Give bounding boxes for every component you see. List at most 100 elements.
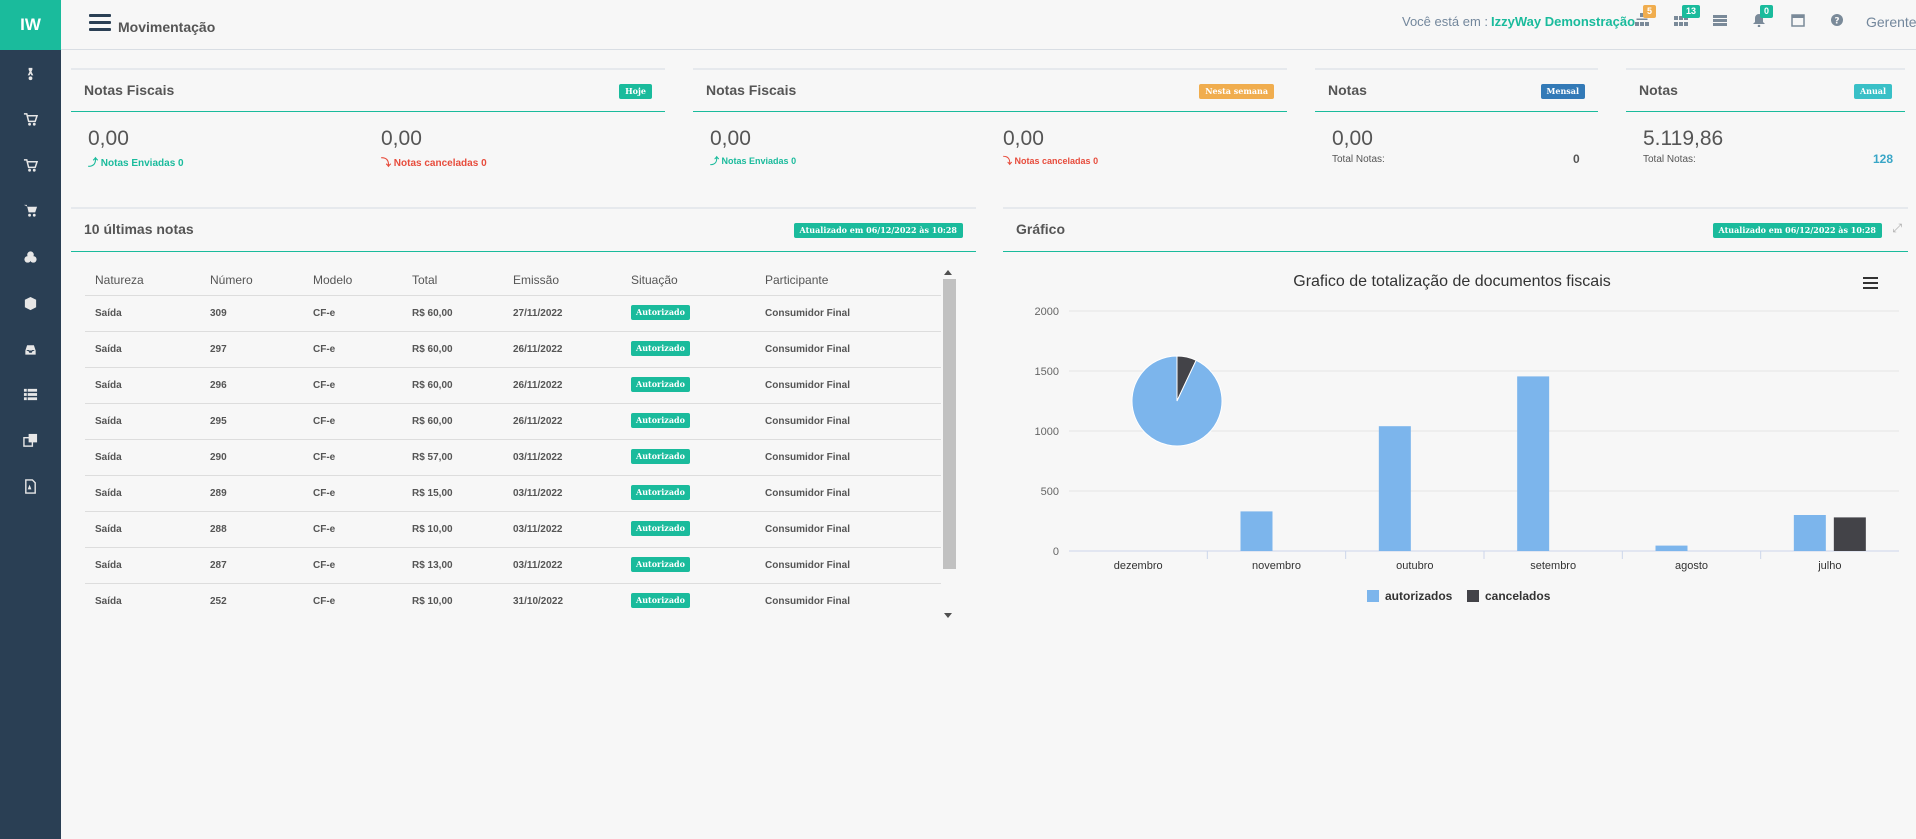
status-badge: Autorizado bbox=[631, 341, 690, 356]
table-cell: R$ 60,00 bbox=[412, 416, 453, 427]
table-cell: Saída bbox=[95, 308, 122, 319]
column-header[interactable]: Emissão bbox=[513, 273, 559, 287]
pie-slice-autorizados[interactable] bbox=[1131, 355, 1223, 447]
table-row[interactable]: Saída 290 CF-e R$ 57,00 03/11/2022 Autorizado… bbox=[85, 439, 941, 475]
legend-item-autorizados[interactable]: autorizados bbox=[1385, 589, 1453, 603]
sidebar-item-cart-1[interactable] bbox=[0, 104, 61, 134]
table-cell: CF-e bbox=[313, 344, 336, 355]
table-cell: R$ 10,00 bbox=[412, 524, 453, 535]
scroll-down-arrow[interactable] bbox=[944, 613, 952, 618]
table-cell: Saída bbox=[95, 560, 122, 571]
calendar-icon bbox=[1791, 14, 1805, 27]
grid-menu[interactable]: 13 bbox=[1674, 5, 1701, 29]
x-tick-label: outubro bbox=[1396, 560, 1433, 572]
sidebar-item-cart-3[interactable] bbox=[0, 195, 61, 225]
server-menu[interactable] bbox=[1713, 13, 1731, 29]
bar-cancelados[interactable] bbox=[1833, 517, 1866, 551]
bar-autorizados[interactable] bbox=[1378, 426, 1411, 551]
cart-icon bbox=[23, 112, 38, 126]
top-navbar: Movimentação Você está em : IzzyWay Demon… bbox=[61, 0, 1916, 50]
grid-badge: 13 bbox=[1682, 5, 1701, 18]
panel-title: 10 últimas notas bbox=[84, 221, 194, 237]
column-header[interactable]: Número bbox=[210, 273, 253, 287]
table-cell: 289 bbox=[210, 488, 227, 499]
bar-autorizados[interactable] bbox=[1240, 511, 1273, 551]
legend-item-cancelados[interactable]: cancelados bbox=[1485, 589, 1551, 603]
updated-label: Atualizado em 06/12/2022 às 10:28 bbox=[1712, 223, 1882, 238]
sidebar-item-clone[interactable] bbox=[0, 425, 61, 455]
panel-title: Notas bbox=[1328, 82, 1367, 98]
x-tick-label: dezembro bbox=[1114, 560, 1163, 572]
sidebar-item-bicycle[interactable] bbox=[0, 58, 61, 88]
year-value: 5.119,86 bbox=[1643, 127, 1724, 150]
bar-autorizados[interactable] bbox=[1517, 376, 1550, 551]
table-cell: 288 bbox=[210, 524, 227, 535]
user-menu[interactable]: Gerente bbox=[1866, 14, 1916, 30]
table-row[interactable]: Saída 252 CF-e R$ 10,00 31/10/2022 Autorizado… bbox=[85, 583, 941, 619]
total-count: 0 bbox=[1573, 152, 1580, 166]
table-cell: 03/11/2022 bbox=[513, 488, 563, 499]
bar-autorizados[interactable] bbox=[1793, 515, 1826, 551]
x-tick-label: setembro bbox=[1530, 560, 1576, 572]
table-cell: CF-e bbox=[313, 488, 336, 499]
column-header[interactable]: Modelo bbox=[313, 273, 352, 287]
sidebar-item-pdf[interactable] bbox=[0, 471, 61, 501]
cancel-label: ⤵ Notas canceladas 0 bbox=[381, 158, 487, 169]
month-value: 0,00 bbox=[1332, 127, 1373, 150]
table-row[interactable]: Saída 297 CF-e R$ 60,00 26/11/2022 Autorizado… bbox=[85, 331, 941, 367]
sent-value: 0,00 bbox=[710, 127, 751, 150]
current-location: Você está em : IzzyWay Demonstração bbox=[1402, 14, 1635, 29]
status-badge: Autorizado bbox=[631, 377, 690, 392]
table-row[interactable]: Saída 309 CF-e R$ 60,00 27/11/2022 Autorizado… bbox=[85, 295, 941, 331]
sent-label: ⤴ Notas Enviadas 0 bbox=[710, 156, 797, 166]
summary-panel-today: Notas Fiscais Hoje 0,00 ⤴ Notas Enviadas… bbox=[71, 68, 665, 169]
table-cell: 26/11/2022 bbox=[513, 344, 563, 355]
x-tick-label: agosto bbox=[1675, 560, 1708, 572]
table-cell: CF-e bbox=[313, 416, 336, 427]
column-header[interactable]: Situação bbox=[631, 273, 678, 287]
menu-toggle-button[interactable] bbox=[89, 14, 111, 32]
table-row[interactable]: Saída 296 CF-e R$ 60,00 26/11/2022 Autorizado… bbox=[85, 367, 941, 403]
notifications-menu[interactable]: 0 bbox=[1752, 5, 1774, 29]
sidebar-item-inbox[interactable] bbox=[0, 334, 61, 364]
expand-icon[interactable]: ⤢ bbox=[1892, 221, 1902, 236]
table-cell: R$ 57,00 bbox=[412, 452, 453, 463]
column-header[interactable]: Natureza bbox=[95, 273, 144, 287]
question-circle-icon: ? bbox=[1831, 14, 1843, 27]
location-prefix: Você está em : bbox=[1402, 14, 1488, 29]
sidebar-item-cubes[interactable] bbox=[0, 242, 61, 272]
updated-label: Atualizado em 06/12/2022 às 10:28 bbox=[793, 223, 963, 238]
x-tick-label: julho bbox=[1817, 560, 1841, 572]
sidebar-item-cube[interactable] bbox=[0, 288, 61, 318]
table-cell: 26/11/2022 bbox=[513, 380, 563, 391]
app-logo[interactable]: IW bbox=[0, 0, 61, 50]
table-row[interactable]: Saída 289 CF-e R$ 15,00 03/11/2022 Autorizado… bbox=[85, 475, 941, 511]
table-cell: Consumidor Final bbox=[765, 488, 850, 499]
sitemap-menu[interactable]: 5 bbox=[1635, 5, 1657, 29]
chart-export-menu-button[interactable] bbox=[1863, 277, 1878, 290]
table-cell: 03/11/2022 bbox=[513, 524, 563, 535]
total-label: Total Notas: bbox=[1332, 154, 1385, 165]
sent-value: 0,00 bbox=[88, 127, 129, 150]
scroll-up-arrow[interactable] bbox=[944, 270, 952, 275]
table-cell: Saída bbox=[95, 380, 122, 391]
table-row[interactable]: Saída 288 CF-e R$ 10,00 03/11/2022 Autorizado… bbox=[85, 511, 941, 547]
help-menu[interactable]: ? bbox=[1830, 13, 1848, 29]
calendar-menu[interactable] bbox=[1791, 13, 1809, 29]
table-cell: Consumidor Final bbox=[765, 308, 850, 319]
column-header[interactable]: Total bbox=[412, 273, 437, 287]
status-badge: Autorizado bbox=[631, 521, 690, 536]
column-header[interactable]: Participante bbox=[765, 273, 828, 287]
table-row[interactable]: Saída 295 CF-e R$ 60,00 26/11/2022 Autorizado… bbox=[85, 403, 941, 439]
scrollbar[interactable] bbox=[943, 279, 956, 569]
total-label: Total Notas: bbox=[1643, 154, 1696, 165]
status-badge: Autorizado bbox=[631, 593, 690, 608]
sent-label: ⤴ Notas Enviadas 0 bbox=[88, 158, 184, 169]
company-link[interactable]: IzzyWay Demonstração bbox=[1491, 14, 1635, 29]
summary-panel-month: Notas Mensal 0,00 Total Notas: 0 bbox=[1315, 68, 1598, 168]
sidebar-item-list[interactable] bbox=[0, 379, 61, 409]
bicycle-icon bbox=[27, 67, 34, 80]
table-row[interactable]: Saída 287 CF-e R$ 13,00 03/11/2022 Autorizado… bbox=[85, 547, 941, 583]
bar-autorizados[interactable] bbox=[1655, 545, 1688, 551]
sidebar-item-cart-2[interactable] bbox=[0, 150, 61, 180]
